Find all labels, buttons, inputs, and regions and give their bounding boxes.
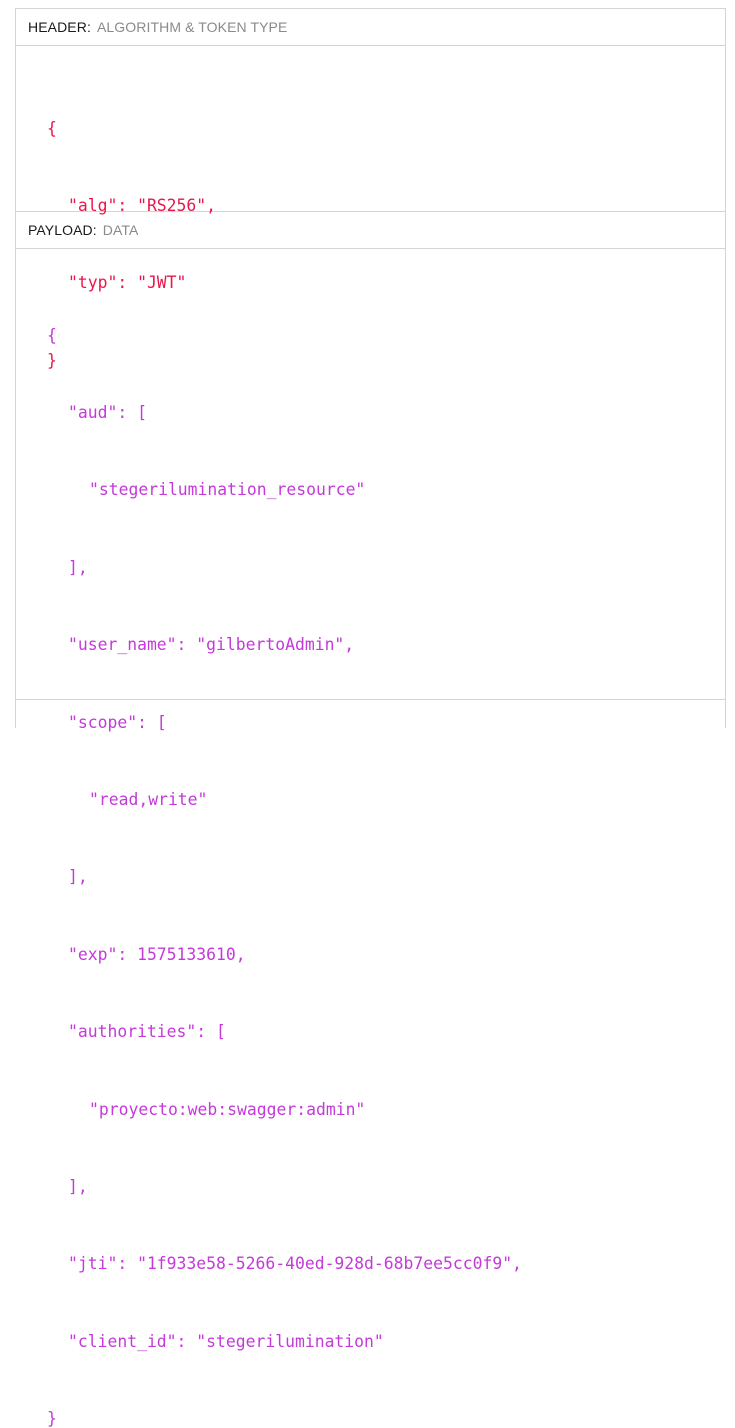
payload-json-editor[interactable]: { "aud": [ "stegerilumination_resource" … — [16, 249, 725, 1428]
code-line: "jti": "1f933e58-5266-40ed-928d-68b7ee5c… — [68, 1254, 522, 1274]
code-line: { — [47, 118, 57, 138]
code-line: ], — [68, 1176, 88, 1196]
code-line: "authorities": [ — [68, 1022, 226, 1042]
header-label-separator: : — [86, 19, 91, 35]
code-line: "aud": [ — [68, 402, 147, 422]
code-line: "scope": [ — [68, 712, 167, 732]
code-line: "client_id": "stegerilumination" — [68, 1331, 384, 1351]
payload-label-separator: : — [92, 222, 97, 238]
code-line: } — [47, 1409, 57, 1428]
code-line: "user_name": "gilbertoAdmin", — [68, 635, 355, 655]
header-section-title: HEADER: ALGORITHM & TOKEN TYPE — [16, 9, 725, 46]
payload-description: DATA — [102, 222, 139, 238]
code-line: "stegerilumination_resource" — [89, 480, 366, 500]
code-line: ], — [68, 557, 88, 577]
code-line: "proyecto:web:swagger:admin" — [89, 1099, 366, 1119]
code-line: { — [47, 325, 57, 345]
header-json-editor[interactable]: { "alg": "RS256", "typ": "JWT" } — [16, 46, 725, 370]
jwt-decoded-panel: HEADER: ALGORITHM & TOKEN TYPE { "alg": … — [15, 8, 726, 1428]
payload-label: PAYLOAD — [28, 222, 93, 238]
header-description: ALGORITHM & TOKEN TYPE — [96, 19, 288, 35]
code-line: ], — [68, 867, 88, 887]
code-line: "exp": 1575133610, — [68, 944, 246, 964]
code-line: "read,write" — [89, 789, 208, 809]
header-label: HEADER — [28, 19, 87, 35]
